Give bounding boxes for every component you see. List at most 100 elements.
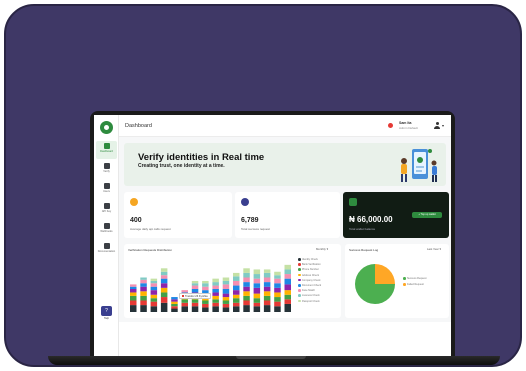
bar-segment-nov-6 <box>233 280 240 286</box>
sidebar-item-documentation[interactable]: Documentation <box>96 241 117 259</box>
chart-tooltip: Transfer 26 Kynthia <box>179 293 211 299</box>
sidebar-item-label: API Key <box>101 210 112 213</box>
help-icon: ? <box>105 308 108 314</box>
legend-label: Liveness Check <box>302 294 320 298</box>
user-role: Admin Default <box>399 126 418 130</box>
bar-segment-sep-8 <box>212 278 219 283</box>
sidebar-item-api-key[interactable]: API Key <box>96 201 117 219</box>
laptop-bezel: Dashboard Verify Users API Key Webhooks <box>90 111 455 361</box>
bar-segment-dec-6 <box>243 277 250 283</box>
legend-item: Identity Check <box>298 258 318 261</box>
bar-segment-may-0 <box>171 308 178 312</box>
bar-segment-jan-3 <box>253 293 261 299</box>
legend-swatch <box>298 299 301 303</box>
help-label: Help <box>103 317 110 320</box>
legend-label: Bank Verification <box>302 263 321 267</box>
bar-segment-nov-8 <box>233 272 240 277</box>
legend-item: Passport Check <box>298 300 320 303</box>
bar-segment-dec-8 <box>243 268 250 273</box>
bar-segment-sep-5 <box>212 289 219 293</box>
bar-segment-oct-5 <box>222 289 230 294</box>
bar-segment-may-2 <box>171 303 178 307</box>
sidebar-item-label: Users <box>103 190 110 193</box>
legend-label: Phone Number <box>302 268 319 272</box>
legend-swatch <box>298 284 301 287</box>
legend-label: Document Check <box>302 284 322 287</box>
success-pie-chart <box>355 264 395 304</box>
card-value: 6,789 <box>241 217 259 224</box>
bar-segment-sep-3 <box>212 295 219 300</box>
legend-swatch <box>298 278 301 282</box>
bar-segment-apr-6 <box>160 275 168 279</box>
distribution-panel: Verification Requests Distribution Month… <box>124 244 341 318</box>
legend-item: Face Match <box>298 289 315 292</box>
api-calls-icon <box>130 198 138 206</box>
bar-segment-apr-4 <box>284 284 291 291</box>
legend-swatch <box>403 283 406 286</box>
legend-swatch <box>298 268 301 271</box>
bar-segment-feb-1 <box>263 300 271 306</box>
bar-segment-mar-6 <box>274 278 281 284</box>
legend-item: Liveness Check <box>298 294 320 297</box>
dashboard-screen: Dashboard Verify Users API Key Webhooks <box>94 115 451 361</box>
bar-segment-aug-0 <box>202 307 209 312</box>
wallet-balance-card: + Top up wallet ₦ 66,000.00 Total wallet… <box>343 192 449 238</box>
sidebar-item-webhooks[interactable]: Webhooks <box>96 221 117 239</box>
bar-segment-mar-0 <box>150 306 158 312</box>
bar-segment-feb-0 <box>140 305 147 312</box>
bar-segment-jul-1 <box>191 302 199 307</box>
legend-swatch <box>298 294 301 297</box>
bar-segment-dec-4 <box>243 286 250 292</box>
wallet-icon <box>349 198 357 206</box>
brand-logo[interactable] <box>100 121 113 134</box>
bar-segment-apr-0 <box>284 303 291 312</box>
bar-segment-dec-7 <box>243 272 250 278</box>
legend-label: Identity Check <box>302 258 318 261</box>
sidebar-item-verify[interactable]: Verify <box>96 161 117 179</box>
bar-segment-sep-0 <box>212 306 219 312</box>
bar-segment-may-5 <box>171 297 178 300</box>
verify-icon <box>103 163 110 169</box>
bar-segment-apr-3 <box>284 290 291 295</box>
bar-segment-jul-6 <box>191 285 199 289</box>
bar-segment-mar-5 <box>150 286 158 291</box>
bar-segment-mar-2 <box>150 298 158 302</box>
sidebar-item-users[interactable]: Users <box>96 181 117 199</box>
legend-label: Address Check <box>302 273 319 277</box>
bar-segment-oct-6 <box>222 284 230 289</box>
wallet-amount: ₦ 66,000.00 <box>349 215 393 224</box>
key-icon <box>103 203 110 209</box>
bar-segment-jan-5 <box>130 286 137 289</box>
bar-segment-feb-2 <box>140 295 147 301</box>
user-avatar-icon[interactable] <box>434 122 440 129</box>
bar-segment-nov-7 <box>233 276 240 281</box>
bar-segment-mar-7 <box>274 275 281 279</box>
verification-illustration-icon <box>401 149 437 182</box>
bar-segment-dec-0 <box>243 305 250 312</box>
legend-swatch <box>298 289 301 292</box>
bar-segment-sep-7 <box>212 282 219 286</box>
bar-segment-apr-4 <box>160 283 168 288</box>
bar-segment-feb-5 <box>263 282 271 287</box>
bar-segment-nov-2 <box>233 298 240 303</box>
help-button[interactable]: ? <box>101 306 112 316</box>
notification-bell-icon[interactable] <box>388 123 393 128</box>
card-description: Total success request <box>241 227 270 231</box>
legend-swatch <box>403 277 406 280</box>
card-value: 400 <box>130 217 142 224</box>
bar-segment-sep-4 <box>212 292 219 296</box>
bar-segment-jan-8 <box>253 269 261 275</box>
top-up-wallet-button[interactable]: + Top up wallet <box>412 212 442 218</box>
bar-segment-feb-6 <box>263 277 271 283</box>
daily-api-calls-card: 400 Average daily api calls request <box>124 192 232 238</box>
bar-segment-mar-5 <box>274 283 281 288</box>
legend-item: Phone Number <box>298 268 319 271</box>
banner-subtitle: Creating trust, one identity at a time. <box>138 163 225 169</box>
bar-segment-may-4 <box>171 299 178 302</box>
bar-segment-jan-0 <box>253 306 261 312</box>
bar-segment-apr-1 <box>284 299 291 304</box>
bar-segment-jun-0 <box>181 306 188 312</box>
bar-segment-apr-5 <box>160 278 168 284</box>
chevron-down-icon[interactable]: ▾ <box>442 123 444 128</box>
sidebar-item-dashboard[interactable]: Dashboard <box>96 141 117 159</box>
